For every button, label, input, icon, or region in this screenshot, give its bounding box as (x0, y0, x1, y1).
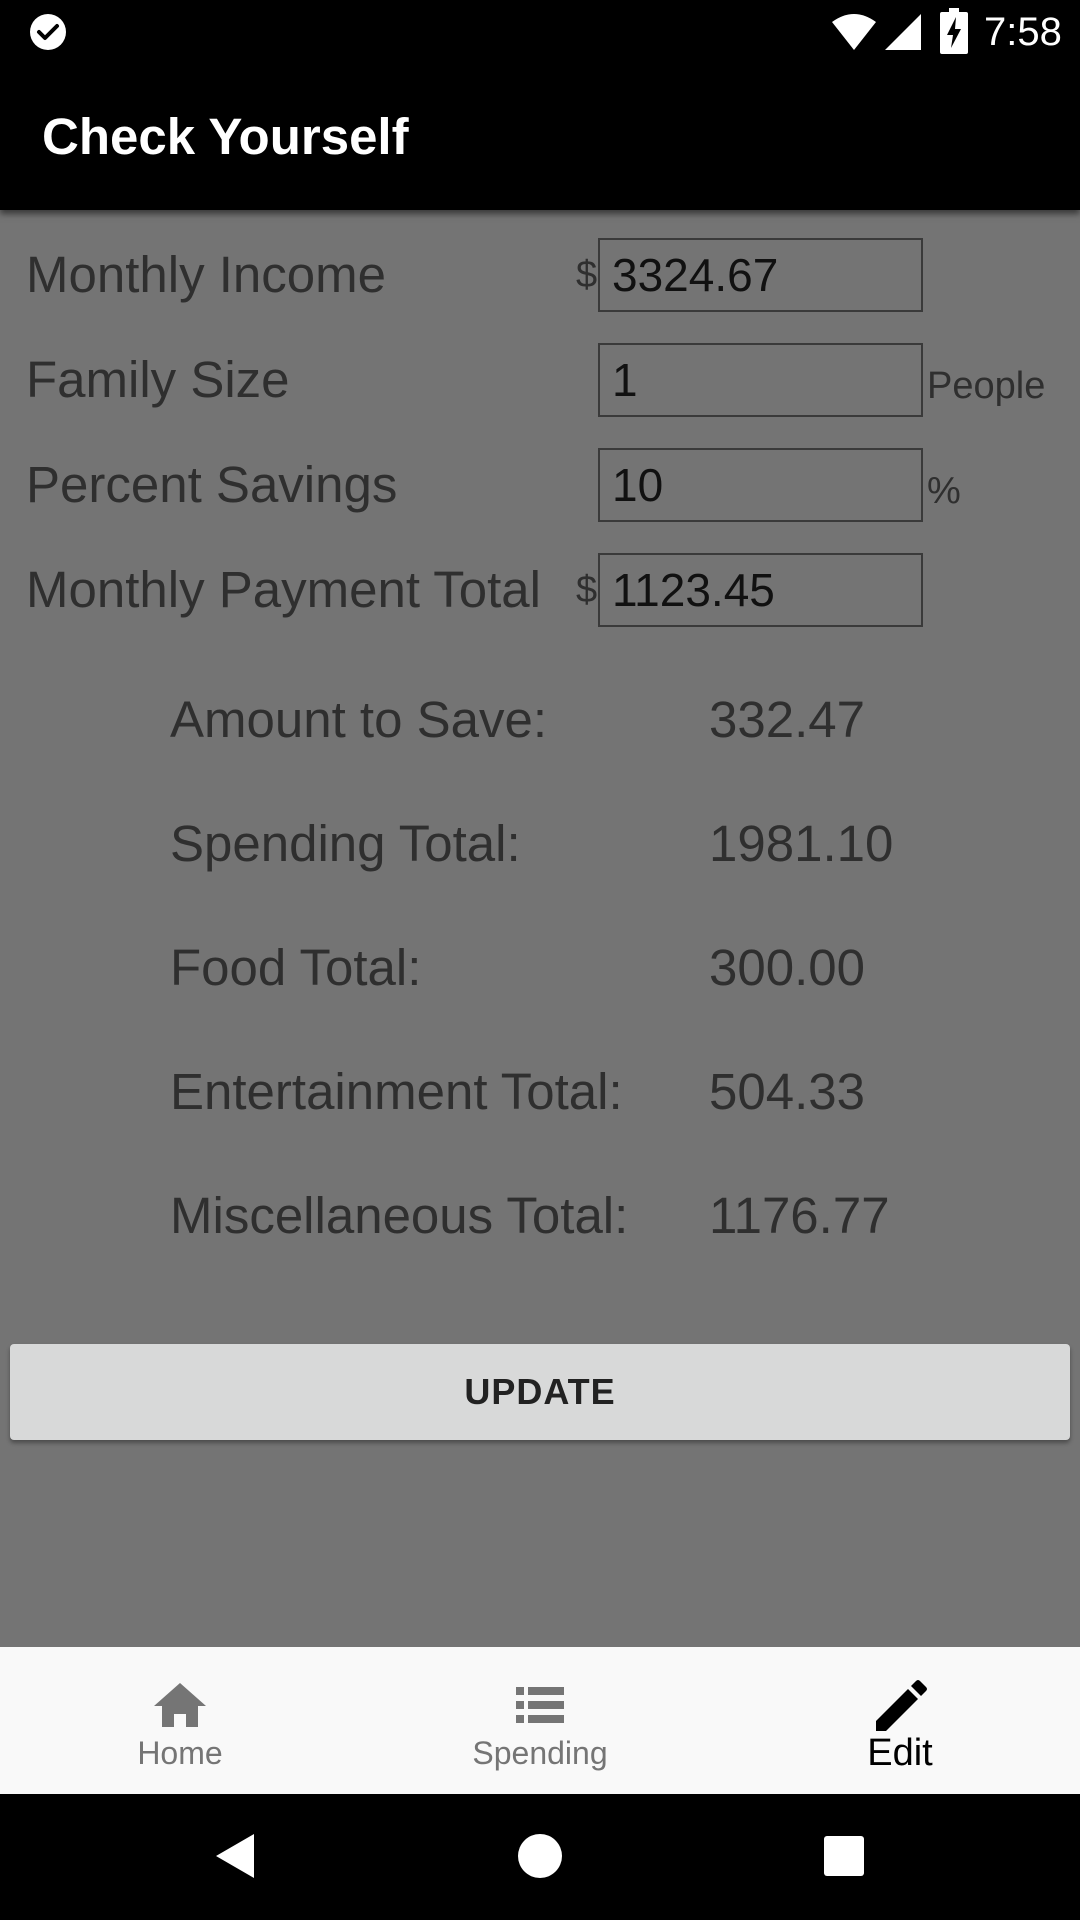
nav-label-spending: Spending (472, 1735, 608, 1771)
spending-total-label: Spending Total: (170, 815, 521, 872)
wifi-icon (832, 14, 876, 50)
signal-icon (885, 14, 921, 50)
app-bar: Check Yourself (0, 63, 1080, 210)
recents-icon[interactable] (812, 1824, 876, 1888)
app-title: Check Yourself (42, 108, 409, 165)
screen: 7:58 Check Yourself Monthly Income $ Fam… (0, 0, 1080, 1920)
update-button[interactable]: UPDATE (10, 1344, 1070, 1440)
family-size-label: Family Size (26, 351, 290, 408)
bottom-navigation: Home Spending Edit (0, 1647, 1080, 1794)
battery-charging-icon (940, 8, 968, 54)
food-total-value: 300.00 (709, 939, 865, 996)
family-size-field[interactable] (598, 343, 923, 417)
nav-label-home: Home (137, 1735, 223, 1771)
nav-label-edit: Edit (867, 1732, 933, 1774)
check-circle-icon (30, 14, 66, 50)
entertainment-total-value: 504.33 (709, 1063, 865, 1120)
percent-savings-field[interactable] (598, 448, 923, 522)
percent-savings-label: Percent Savings (26, 456, 398, 513)
entertainment-total-label: Entertainment Total: (170, 1063, 623, 1120)
status-time: 7:58 (984, 10, 1062, 54)
pencil-icon (876, 1680, 927, 1731)
nav-item-spending[interactable]: Spending (360, 1647, 720, 1794)
home-icon (154, 1683, 206, 1727)
home-circle-icon[interactable] (508, 1824, 572, 1888)
nav-item-home[interactable]: Home (0, 1647, 360, 1794)
spending-total-value: 1981.10 (709, 815, 894, 872)
nav-item-edit[interactable]: Edit (720, 1647, 1080, 1794)
monthly-income-currency: $ (576, 254, 598, 296)
family-size-unit: People (927, 365, 1046, 407)
list-icon (516, 1687, 564, 1723)
miscellaneous-total-label: Miscellaneous Total: (170, 1187, 629, 1244)
amount-to-save-value: 332.47 (709, 691, 865, 748)
monthly-payment-total-label: Monthly Payment Total (26, 561, 541, 618)
status-bar: 7:58 (0, 0, 1080, 63)
monthly-income-label: Monthly Income (26, 246, 386, 303)
percent-savings-unit: % (927, 470, 961, 512)
amount-to-save-label: Amount to Save: (170, 691, 548, 748)
back-icon[interactable] (204, 1824, 268, 1888)
miscellaneous-total-value: 1176.77 (709, 1187, 890, 1244)
content-area: Monthly Income $ Family Size People Perc… (0, 210, 1080, 1647)
monthly-income-field[interactable] (598, 238, 923, 312)
monthly-payment-total-field[interactable] (598, 553, 923, 627)
monthly-payment-total-currency: $ (576, 569, 598, 611)
food-total-label: Food Total: (170, 939, 422, 996)
system-navigation-bar (0, 1794, 1080, 1920)
